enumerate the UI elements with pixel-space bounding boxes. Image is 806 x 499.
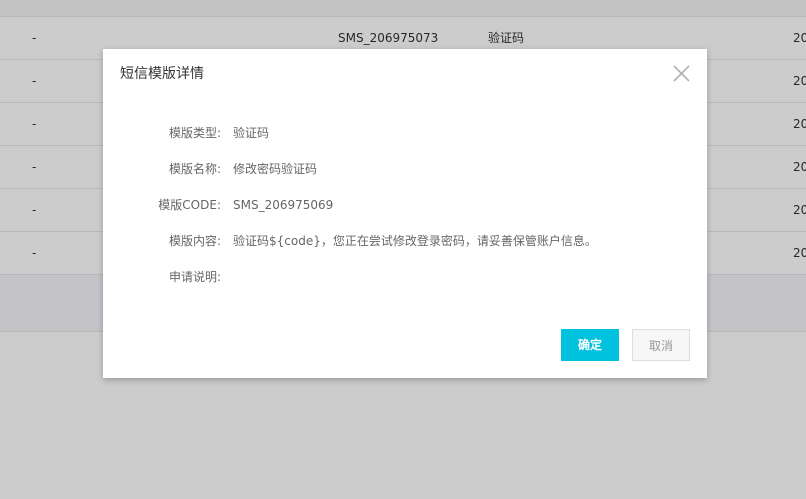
field-label: 模版类型: <box>168 126 221 140</box>
field-application-note: 申请说明: <box>103 267 707 287</box>
field-label: 申请说明: <box>168 270 221 284</box>
field-value: SMS_206975069 <box>233 198 334 212</box>
field-value: 验证码${code}，您正在尝试修改登录密码，请妥善保管账户信息。 <box>233 234 597 248</box>
field-label: 模版内容: <box>168 234 221 248</box>
close-icon <box>673 65 690 82</box>
dialog-title: 短信模版详情 <box>120 66 204 82</box>
field-value: 验证码 <box>233 126 270 140</box>
page: - SMS_206975073 验证码 20 - 20 - 20 - 20 - <box>0 0 806 499</box>
field-label: 模版名称: <box>168 162 221 176</box>
confirm-button[interactable]: 确定 <box>561 329 619 361</box>
field-value: 修改密码验证码 <box>233 162 318 176</box>
cancel-button[interactable]: 取消 <box>632 329 690 361</box>
field-label: 模版CODE: <box>158 198 221 212</box>
close-button[interactable] <box>673 65 690 82</box>
field-template-name: 模版名称: 修改密码验证码 <box>103 159 707 179</box>
field-template-content: 模版内容: 验证码${code}，您正在尝试修改登录密码，请妥善保管账户信息。 <box>103 231 707 251</box>
template-detail-dialog: 短信模版详情 模版类型: 验证码 模版名称: 修改密码验证码 模版CODE: S… <box>103 49 707 378</box>
field-template-type: 模版类型: 验证码 <box>103 123 707 143</box>
field-template-code: 模版CODE: SMS_206975069 <box>103 195 707 215</box>
